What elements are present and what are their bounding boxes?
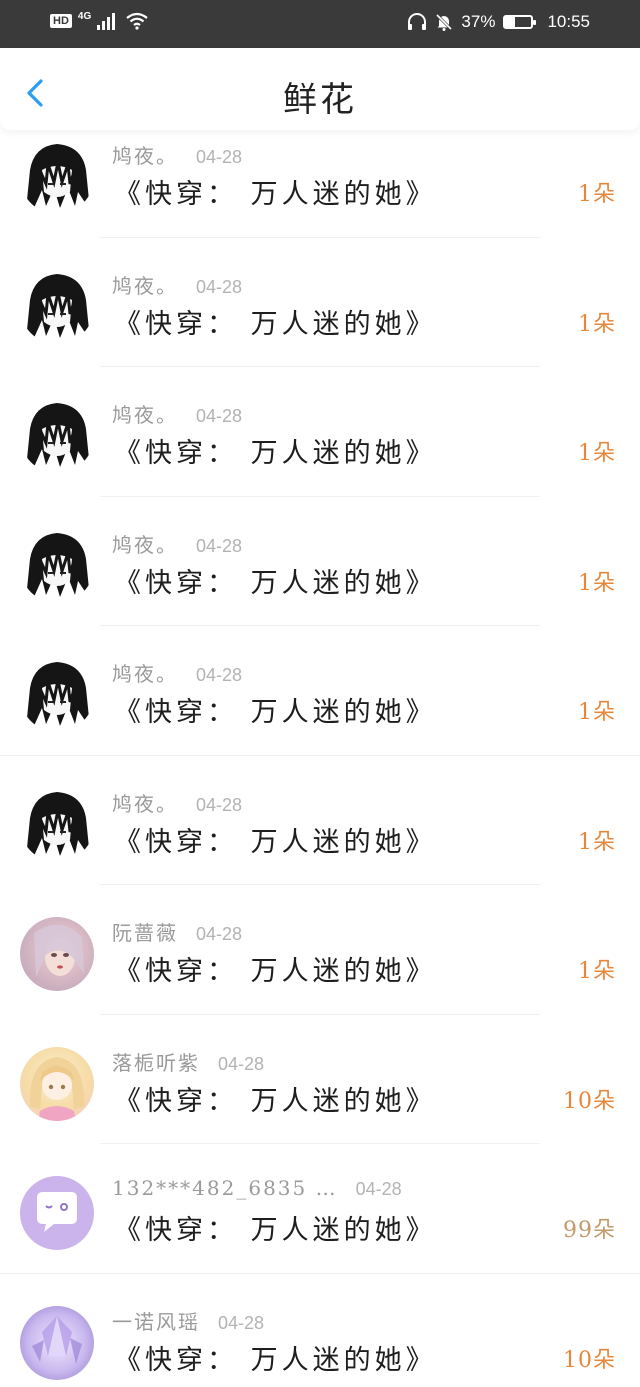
dark-hair-avatar[interactable]: [20, 528, 94, 603]
pink-girl-avatar[interactable]: [20, 917, 94, 991]
username[interactable]: 鸠夜。: [112, 399, 178, 428]
hd-badge: HD: [50, 14, 72, 28]
flower-count: 99朵: [563, 1218, 616, 1243]
item-meta: 132***482_6835 … 04-28: [112, 1176, 402, 1200]
book-title[interactable]: 《快穿： 万人迷的她》: [114, 431, 437, 470]
item-meta: 落栀听紫 04-28: [112, 1047, 264, 1076]
clock: 10:55: [547, 12, 590, 31]
book-title[interactable]: 《快穿： 万人迷的她》: [114, 1338, 437, 1377]
book-title[interactable]: 《快穿： 万人迷的她》: [114, 949, 437, 988]
headphones-icon: [408, 13, 427, 30]
username[interactable]: 落栀听紫: [112, 1047, 200, 1076]
dark-hair-avatar[interactable]: [20, 658, 94, 732]
list-item[interactable]: 鸠夜。 04-28 《快穿： 万人迷的她》 1朵: [0, 367, 640, 497]
username[interactable]: 一诺风瑶: [112, 1306, 200, 1335]
dark-hair-avatar[interactable]: [20, 399, 94, 473]
item-meta: 鸠夜。 04-28: [112, 399, 242, 428]
crystal-avatar[interactable]: [20, 1305, 94, 1380]
flower-count: 1朵: [578, 441, 616, 466]
username[interactable]: 鸠夜。: [112, 270, 178, 299]
flower-count: 1朵: [578, 182, 616, 207]
book-title[interactable]: 《快穿： 万人迷的她》: [114, 1208, 437, 1247]
blonde-girl-avatar[interactable]: [20, 1046, 94, 1121]
network-type: 4G: [77, 10, 92, 22]
username[interactable]: 阮蔷薇: [112, 917, 178, 946]
status-bar: HD 4G 37% 10:55: [0, 0, 640, 48]
list-item[interactable]: 落栀听紫 04-28 《快穿： 万人迷的她》 10朵: [0, 1015, 640, 1144]
date: 04-28: [196, 147, 243, 167]
book-title[interactable]: 《快穿： 万人迷的她》: [114, 561, 437, 600]
flower-count: 10朵: [563, 1347, 616, 1373]
username[interactable]: 132***482_6835 …: [112, 1176, 338, 1200]
date: 04-28: [196, 924, 243, 944]
flower-count: 10朵: [563, 1088, 616, 1114]
battery-level: [505, 17, 516, 27]
gift-list: 鸠夜。 04-28 《快穿： 万人迷的她》 1朵 鸠夜。 04-28 《快穿： …: [0, 108, 640, 1387]
date: 04-28: [218, 1053, 265, 1074]
dark-hair-avatar[interactable]: [20, 140, 94, 214]
date: 04-28: [218, 1312, 265, 1333]
wifi-icon: [126, 12, 148, 30]
item-meta: 鸠夜。 04-28: [112, 270, 242, 299]
dark-hair-avatar[interactable]: [20, 787, 94, 862]
list-item[interactable]: 一诺风瑶 04-28 《快穿： 万人迷的她》 10朵: [0, 1274, 640, 1387]
battery-percent: 37%: [461, 12, 496, 31]
header: 鲜花: [0, 48, 640, 130]
page-title: 鲜花: [283, 80, 357, 120]
username[interactable]: 鸠夜。: [112, 658, 178, 687]
flower-count: 1朵: [578, 959, 616, 984]
list-item[interactable]: 鸠夜。 04-28 《快穿： 万人迷的她》 1朵: [0, 756, 640, 885]
item-meta: 鸠夜。 04-28: [112, 658, 242, 687]
flower-count: 1朵: [578, 700, 616, 725]
list-item[interactable]: 阮蔷薇 04-28 《快穿： 万人迷的她》 1朵: [0, 885, 640, 1015]
username[interactable]: 鸠夜。: [112, 788, 178, 817]
dark-hair-avatar[interactable]: [20, 269, 94, 344]
item-meta: 鸠夜。 04-28: [112, 140, 242, 169]
username[interactable]: 鸠夜。: [112, 140, 178, 169]
chat-bubble-avatar[interactable]: [20, 1176, 94, 1250]
list-item[interactable]: 132***482_6835 … 04-28 《快穿： 万人迷的她》 99朵: [0, 1144, 640, 1274]
date: 04-28: [355, 1179, 402, 1199]
book-title[interactable]: 《快穿： 万人迷的她》: [114, 690, 437, 729]
date: 04-28: [196, 535, 243, 556]
list-item[interactable]: 鸠夜。 04-28 《快穿： 万人迷的她》 1朵: [0, 626, 640, 756]
book-title[interactable]: 《快穿： 万人迷的她》: [114, 1079, 437, 1118]
date: 04-28: [196, 665, 243, 685]
book-title[interactable]: 《快穿： 万人迷的她》: [114, 820, 437, 859]
username[interactable]: 鸠夜。: [112, 529, 178, 558]
signal-icon: [97, 13, 116, 30]
flower-count: 1朵: [578, 570, 616, 596]
list-item[interactable]: 鸠夜。 04-28 《快穿： 万人迷的她》 1朵: [0, 497, 640, 626]
mute-icon: [436, 13, 453, 31]
flower-count: 1朵: [578, 829, 616, 855]
battery-icon: [503, 15, 537, 29]
item-meta: 阮蔷薇 04-28: [112, 917, 242, 946]
status-right: 37% 10:55: [407, 12, 590, 32]
book-title[interactable]: 《快穿： 万人迷的她》: [114, 172, 437, 211]
flower-count: 1朵: [578, 311, 616, 337]
list-item[interactable]: 鸠夜。 04-28 《快穿： 万人迷的她》 1朵: [0, 238, 640, 367]
screen: { "status_bar": { "hd": "HD", "network":…: [0, 0, 640, 1387]
date: 04-28: [196, 794, 243, 815]
book-title[interactable]: 《快穿： 万人迷的她》: [114, 302, 437, 341]
item-meta: 一诺风瑶 04-28: [112, 1306, 264, 1335]
status-left: HD 4G: [50, 10, 149, 30]
date: 04-28: [196, 276, 243, 297]
date: 04-28: [196, 406, 243, 426]
item-meta: 鸠夜。 04-28: [112, 529, 242, 558]
item-meta: 鸠夜。 04-28: [112, 788, 242, 817]
